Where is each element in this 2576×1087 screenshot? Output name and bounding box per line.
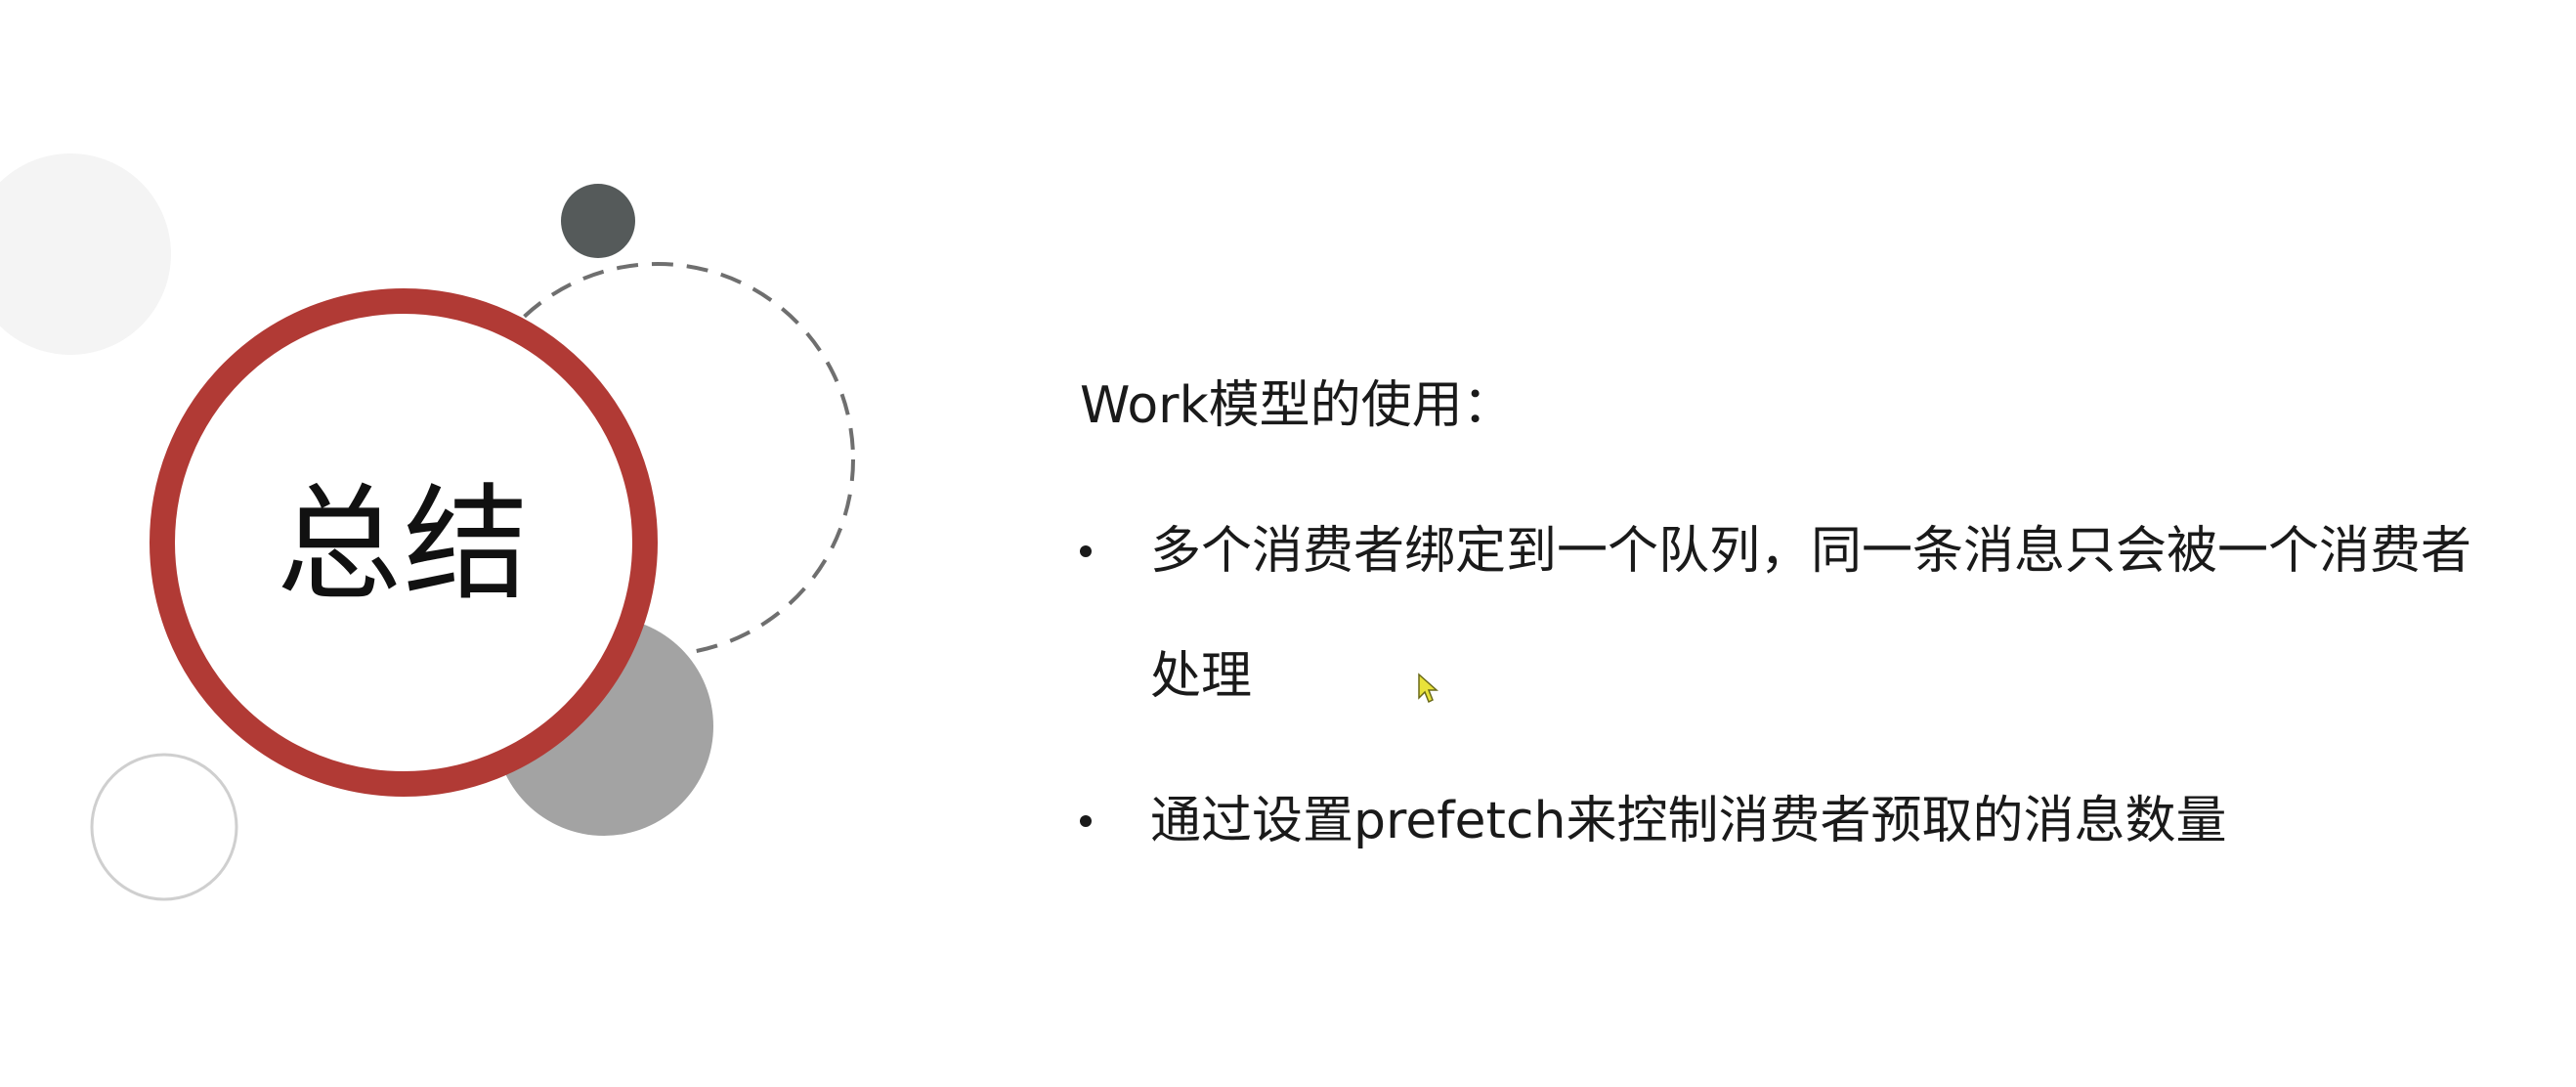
slide-title: 总结 xyxy=(276,472,531,618)
bullet-list: 多个消费者绑定到一个队列，同一条消息只会被一个消费者处理 通过设置prefetc… xyxy=(1080,489,2497,884)
summary-content: Work模型的使用： 多个消费者绑定到一个队列，同一条消息只会被一个消费者处理 … xyxy=(1080,362,2497,903)
bullet-item: 通过设置prefetch来控制消费者预取的消息数量 xyxy=(1080,759,2497,884)
slide: 总结 Work模型的使用： 多个消费者绑定到一个队列，同一条消息只会被一个消费者… xyxy=(0,0,2576,1087)
bullet-item: 多个消费者绑定到一个队列，同一条消息只会被一个消费者处理 xyxy=(1080,489,2497,739)
bullet-dot-icon xyxy=(1080,815,1092,827)
content-heading: Work模型的使用： xyxy=(1080,376,1514,435)
mouse-pointer-icon xyxy=(1418,673,1438,704)
outline-circle xyxy=(90,753,238,901)
bullet-text: 多个消费者绑定到一个队列，同一条消息只会被一个消费者处理 xyxy=(1150,522,2472,706)
bullet-dot-icon xyxy=(1080,545,1092,557)
bullet-text: 通过设置prefetch来控制消费者预取的消息数量 xyxy=(1150,792,2227,850)
light-gray-circle xyxy=(0,153,171,355)
dark-gray-dot xyxy=(561,184,635,258)
